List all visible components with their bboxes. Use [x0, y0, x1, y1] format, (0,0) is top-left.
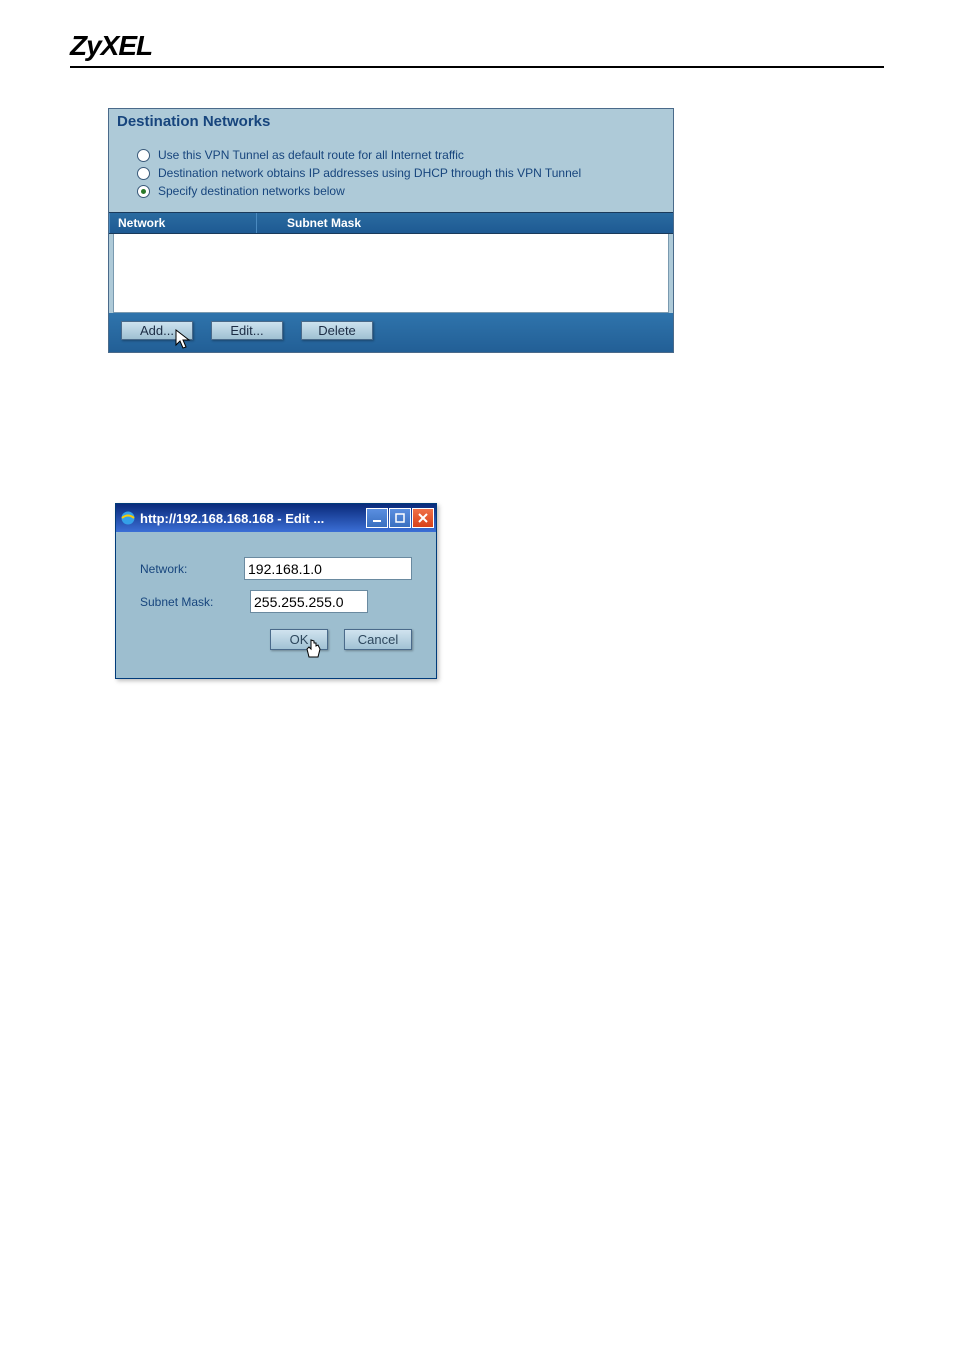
cursor-arrow-icon [175, 329, 193, 351]
radio-label: Specify destination networks below [158, 184, 345, 198]
networks-table-header: Network Subnet Mask [109, 212, 673, 234]
popup-titlebar[interactable]: http://192.168.168.168 - Edit ... [116, 504, 436, 532]
radio-icon [137, 167, 150, 180]
network-label: Network: [140, 562, 244, 576]
radio-icon [137, 149, 150, 162]
radio-option-default-route[interactable]: Use this VPN Tunnel as default route for… [137, 146, 653, 164]
divider [70, 66, 884, 68]
brand-logo: ZyXEL [0, 0, 954, 66]
panel-title: Destination Networks [109, 109, 673, 146]
delete-button[interactable]: Delete [301, 321, 373, 340]
radio-option-dhcp[interactable]: Destination network obtains IP addresses… [137, 164, 653, 182]
cancel-button[interactable]: Cancel [344, 629, 412, 650]
network-button-row: Add... Edit... Delete [109, 313, 673, 352]
minimize-icon [372, 513, 382, 523]
edit-network-popup: http://192.168.168.168 - Edit ... Networ… [115, 503, 437, 679]
subnet-label: Subnet Mask: [140, 595, 250, 609]
popup-body: Network: Subnet Mask: OK Cancel [116, 532, 436, 678]
minimize-button[interactable] [366, 508, 388, 528]
edit-button[interactable]: Edit... [211, 321, 283, 340]
close-button[interactable] [412, 508, 434, 528]
column-header-network: Network [109, 213, 257, 233]
routing-radio-group: Use this VPN Tunnel as default route for… [109, 146, 673, 212]
maximize-button[interactable] [389, 508, 411, 528]
maximize-icon [395, 513, 405, 523]
radio-label: Use this VPN Tunnel as default route for… [158, 148, 464, 162]
radio-icon [137, 185, 150, 198]
cursor-hand-icon [304, 639, 324, 661]
popup-title: http://192.168.168.168 - Edit ... [140, 511, 366, 526]
ie-icon [120, 510, 136, 526]
networks-table-body[interactable] [113, 234, 669, 313]
radio-label: Destination network obtains IP addresses… [158, 166, 581, 180]
network-input[interactable] [244, 557, 412, 580]
destination-networks-panel: Destination Networks Use this VPN Tunnel… [108, 108, 674, 353]
subnet-input[interactable] [250, 590, 368, 613]
radio-option-specify[interactable]: Specify destination networks below [137, 182, 653, 200]
close-icon [417, 512, 429, 524]
column-header-subnet: Subnet Mask [257, 213, 673, 233]
